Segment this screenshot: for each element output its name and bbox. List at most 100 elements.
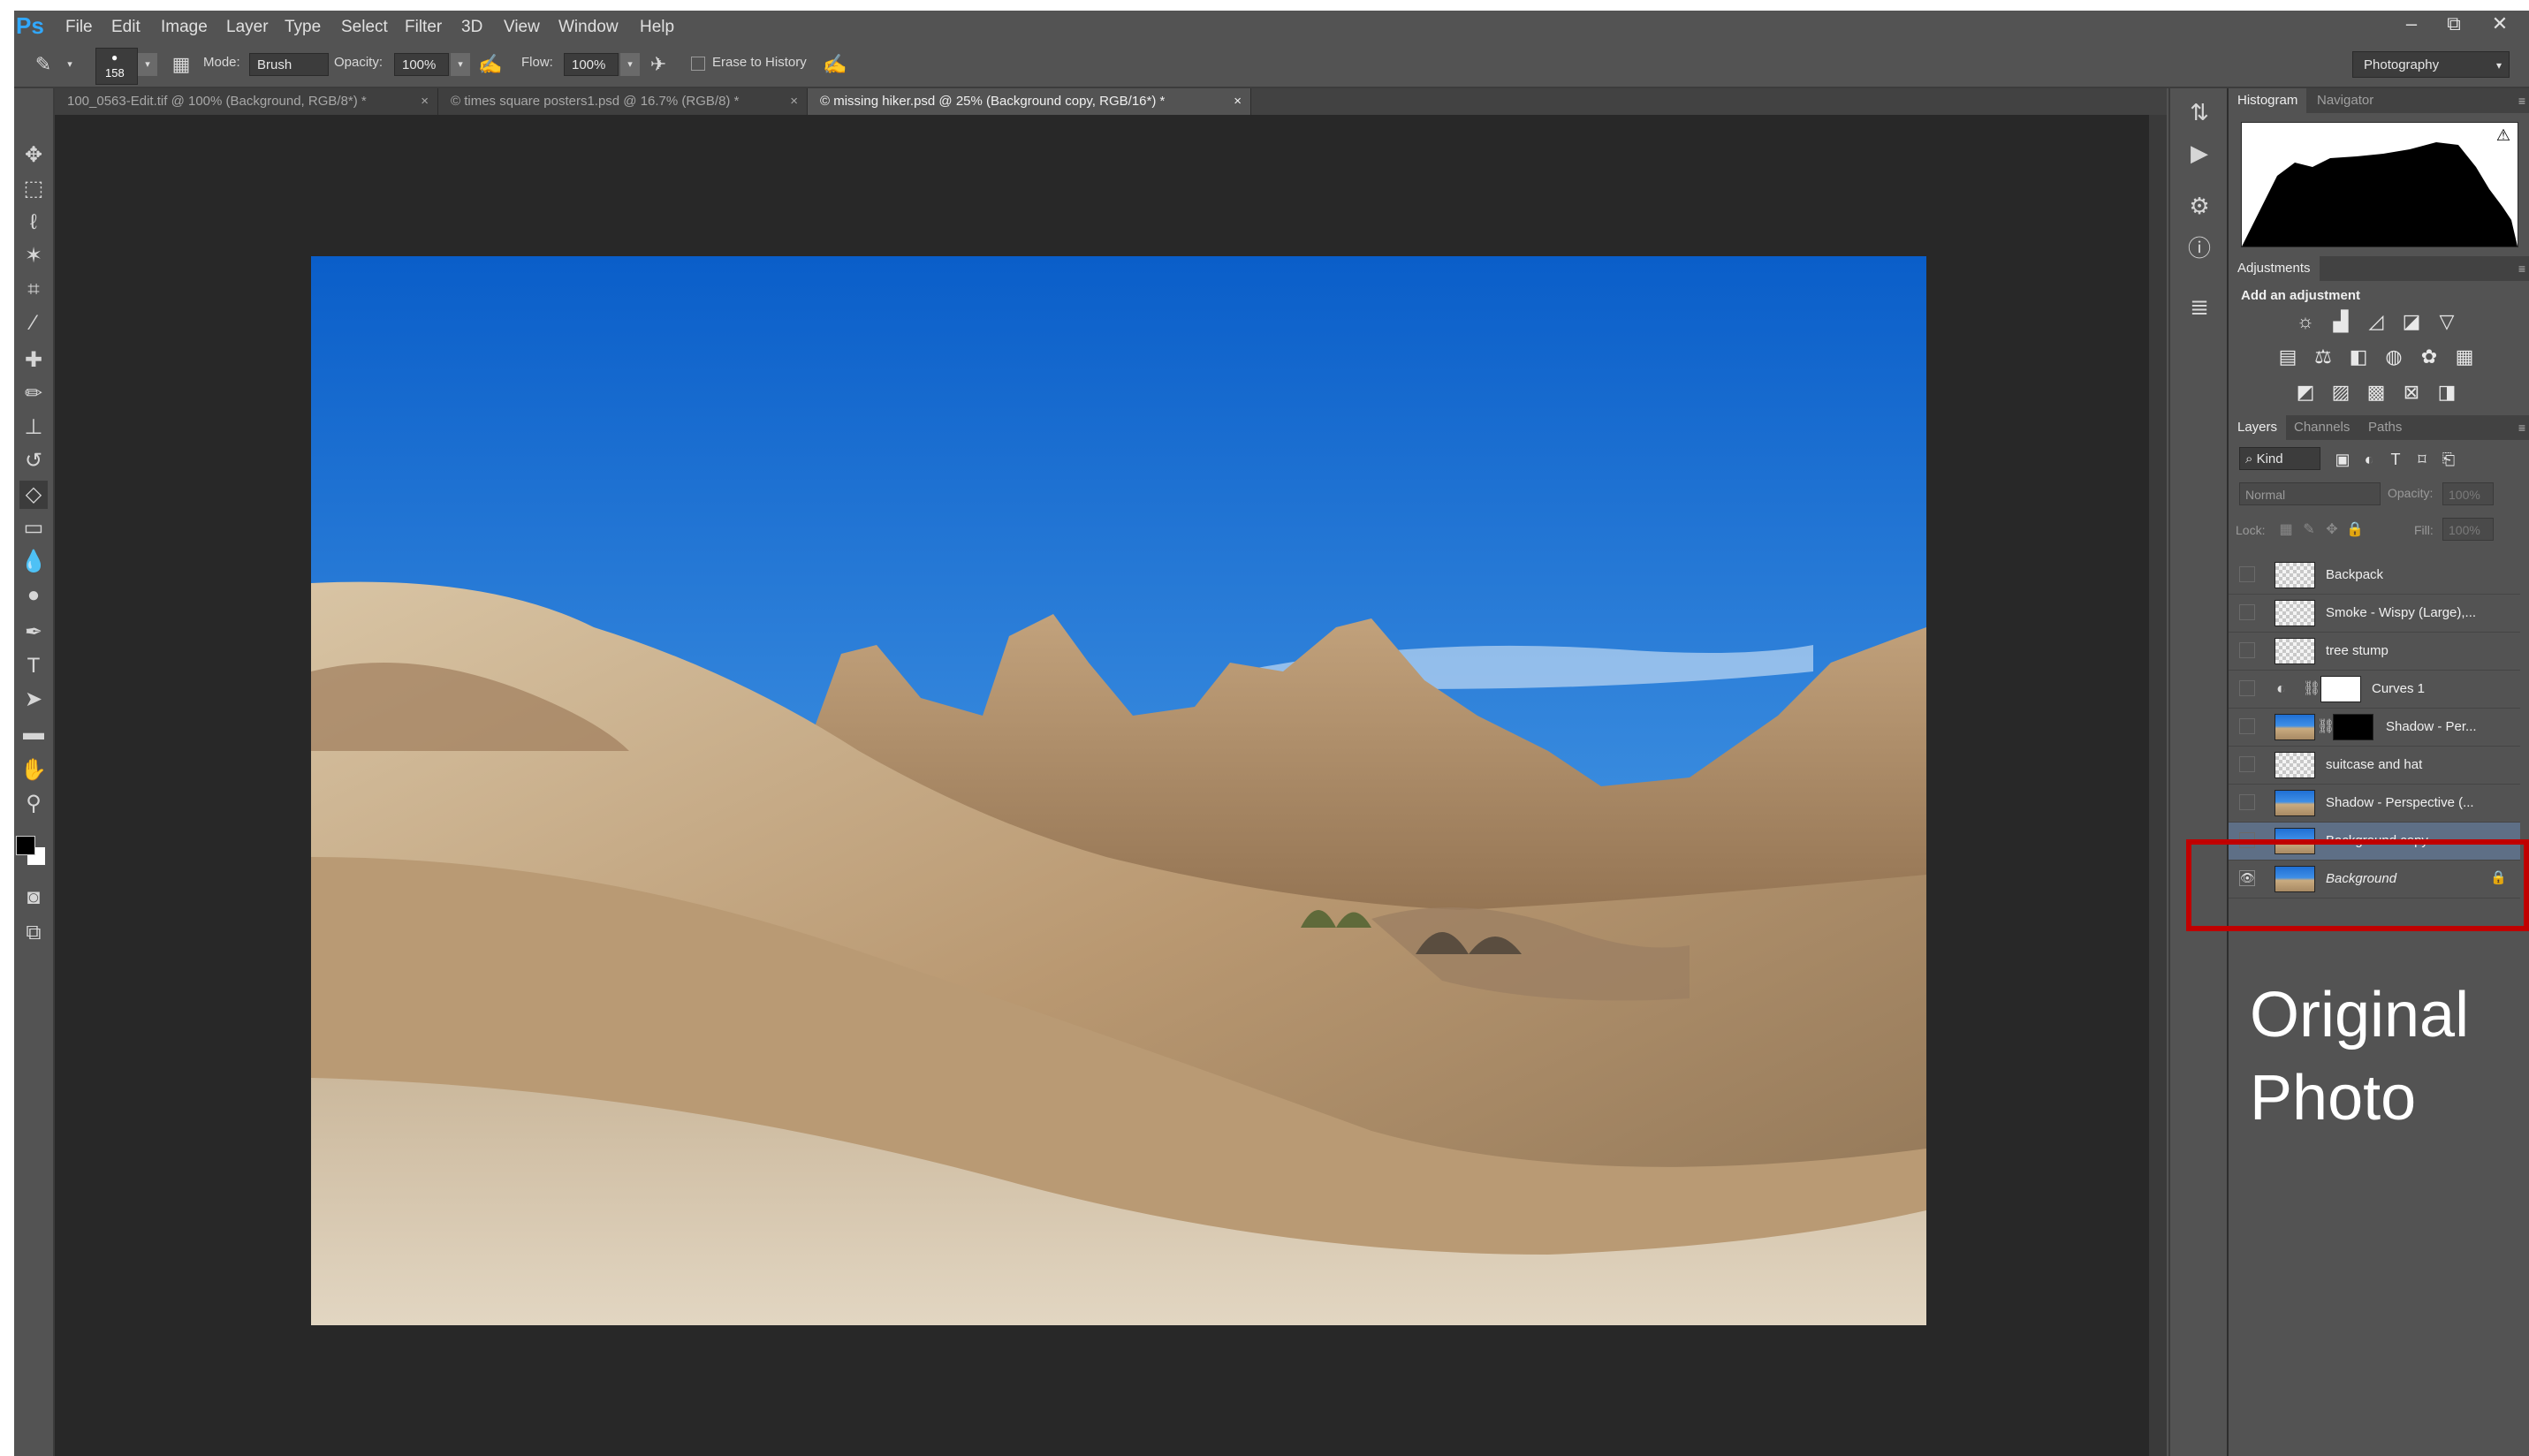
layer-row-tree-stump[interactable]: tree stump — [2229, 633, 2520, 671]
minimize-button[interactable]: – — [2391, 12, 2432, 35]
visibility-toggle[interactable] — [2239, 756, 2255, 772]
screen-mode-icon[interactable]: ⧉ — [19, 919, 48, 947]
black-white-icon[interactable]: ◧ — [2345, 345, 2372, 369]
levels-icon[interactable]: ▟ — [2328, 309, 2354, 334]
actions-panel-icon[interactable]: ▶ — [2184, 138, 2214, 168]
gradient-tool-icon[interactable]: ▭ — [19, 514, 48, 542]
brush-panel-icon[interactable]: ▦ — [168, 51, 194, 78]
menu-select[interactable]: Select — [341, 18, 388, 37]
filter-type-icon[interactable]: T — [2382, 447, 2409, 472]
tab-paths[interactable]: Paths — [2359, 415, 2411, 440]
exposure-icon[interactable]: ◪ — [2398, 309, 2425, 334]
posterize-icon[interactable]: ▨ — [2328, 380, 2354, 405]
move-tool-icon[interactable]: ✥ — [19, 141, 48, 170]
tab-channels[interactable]: Channels — [2285, 415, 2358, 440]
history-brush-icon[interactable]: ↺ — [19, 447, 48, 475]
layer-row-shadow-per[interactable]: ⛓ Shadow - Per... — [2229, 709, 2520, 747]
brush-preset-picker[interactable]: ● 158 — [95, 48, 138, 85]
brightness-icon[interactable]: ☼ — [2292, 309, 2319, 334]
gradient-map-icon[interactable]: ◨ — [2434, 380, 2460, 405]
tab-navigator[interactable]: Navigator — [2308, 88, 2382, 113]
restore-button[interactable]: ⧉ — [2434, 12, 2474, 35]
marquee-tool-icon[interactable]: ⬚ — [19, 175, 48, 203]
layer-row-smoke[interactable]: Smoke - Wispy (Large),... — [2229, 595, 2520, 633]
menu-layer[interactable]: Layer — [226, 18, 269, 37]
zoom-tool-icon[interactable]: ⚲ — [19, 790, 48, 818]
pressure-size-icon[interactable]: ✍ — [822, 51, 848, 78]
menu-type[interactable]: Type — [285, 18, 321, 37]
brush-preset-dropdown[interactable]: ▾ — [138, 53, 157, 76]
clone-stamp-icon[interactable]: ⊥ — [19, 413, 48, 442]
eraser-tool-icon[interactable]: ✎ — [30, 51, 57, 78]
visibility-toggle[interactable] — [2239, 794, 2255, 810]
threshold-icon[interactable]: ▩ — [2363, 380, 2389, 405]
foreground-color-swatch-top[interactable] — [16, 836, 35, 855]
tab-layers[interactable]: Layers — [2229, 415, 2287, 440]
menu-image[interactable]: Image — [161, 18, 208, 37]
layer-row-curves[interactable]: ◐ ⛓ Curves 1 — [2229, 671, 2520, 709]
visibility-toggle[interactable] — [2239, 680, 2255, 696]
workspace-switcher[interactable]: Photography ▾ — [2352, 51, 2510, 78]
opacity-input[interactable]: 100% — [394, 53, 449, 76]
visibility-toggle[interactable] — [2239, 604, 2255, 620]
menu-filter[interactable]: Filter — [405, 18, 442, 37]
flow-input[interactable]: 100% — [564, 53, 619, 76]
menu-view[interactable]: View — [504, 18, 540, 37]
layer-opacity-input[interactable]: 100% — [2442, 482, 2494, 505]
brush-tool-icon[interactable]: ✏ — [19, 380, 48, 408]
pen-tool-icon[interactable]: ✒ — [19, 618, 48, 647]
quick-mask-icon[interactable]: ◙ — [19, 883, 48, 912]
lock-all-icon[interactable]: 🔒 — [2342, 518, 2368, 542]
menu-3d[interactable]: 3D — [461, 18, 482, 37]
filter-shape-icon[interactable]: ⌑ — [2409, 447, 2435, 472]
tool-preset-dropdown[interactable]: ▾ — [60, 53, 80, 76]
menu-help[interactable]: Help — [640, 18, 674, 37]
warning-icon[interactable]: ⚠ — [2496, 126, 2510, 145]
layer-mask-thumbnail[interactable] — [2320, 676, 2361, 702]
vibrance-icon[interactable]: ▽ — [2434, 309, 2460, 334]
canvas-area[interactable] — [55, 115, 2167, 1456]
document-tab-3-active[interactable]: © missing hiker.psd @ 25% (Background co… — [808, 88, 1251, 115]
pressure-opacity-icon[interactable]: ✍ — [477, 51, 504, 78]
invert-icon[interactable]: ◩ — [2292, 380, 2319, 405]
channel-mixer-icon[interactable]: ✿ — [2416, 345, 2442, 369]
panel-menu-icon[interactable]: ≡ — [2518, 256, 2525, 281]
photo-filter-icon[interactable]: ◍ — [2381, 345, 2407, 369]
tab-adjustments[interactable]: Adjustments — [2229, 256, 2320, 281]
filter-pixel-icon[interactable]: ▣ — [2329, 447, 2356, 472]
close-icon[interactable]: × — [1234, 88, 1242, 115]
filter-adjustment-icon[interactable]: ◐ — [2356, 447, 2382, 472]
type-tool-icon[interactable]: T — [19, 652, 48, 680]
eraser-icon[interactable]: ◇ — [19, 481, 48, 509]
airbrush-icon[interactable]: ✈ — [645, 51, 672, 78]
panel-menu-icon[interactable]: ≡ — [2518, 88, 2525, 113]
filter-smart-object-icon[interactable]: ⎗ — [2435, 447, 2462, 472]
mode-select[interactable]: Brush — [249, 53, 329, 76]
eyedropper-icon[interactable]: ⁄ — [19, 309, 48, 337]
menu-edit[interactable]: Edit — [111, 18, 140, 37]
lasso-tool-icon[interactable]: ℓ — [19, 209, 48, 237]
color-balance-icon[interactable]: ⚖ — [2310, 345, 2336, 369]
chain-link-icon[interactable]: ⛓ — [2303, 679, 2320, 697]
layer-mask-thumbnail[interactable] — [2333, 714, 2373, 740]
info-panel-icon[interactable]: ⓘ — [2184, 233, 2214, 263]
shape-tool-icon[interactable]: ▬ — [19, 719, 48, 747]
panel-menu-icon[interactable]: ≡ — [2518, 415, 2525, 440]
document-image[interactable] — [311, 256, 1926, 1325]
blur-tool-icon[interactable]: 💧 — [19, 548, 48, 576]
document-tab-1[interactable]: 100_0563-Edit.tif @ 100% (Background, RG… — [55, 88, 438, 115]
close-icon[interactable]: × — [421, 88, 429, 115]
path-select-icon[interactable]: ➤ — [19, 686, 48, 714]
close-window-button[interactable]: ✕ — [2480, 12, 2520, 35]
magic-wand-icon[interactable]: ✶ — [19, 242, 48, 270]
selective-color-icon[interactable]: ⊠ — [2398, 380, 2425, 405]
layer-row-suitcase-hat[interactable]: suitcase and hat — [2229, 747, 2520, 785]
character-panel-icon[interactable]: ≣ — [2184, 292, 2214, 322]
menu-window[interactable]: Window — [558, 18, 619, 37]
visibility-toggle[interactable] — [2239, 642, 2255, 658]
erase-to-history-checkbox[interactable] — [691, 57, 705, 71]
flow-dropdown[interactable]: ▾ — [620, 53, 640, 76]
layer-filter-select[interactable]: ⌕ Kind — [2239, 447, 2320, 470]
hand-tool-icon[interactable]: ✋ — [19, 756, 48, 785]
vertical-scrollbar[interactable] — [2149, 115, 2167, 1456]
